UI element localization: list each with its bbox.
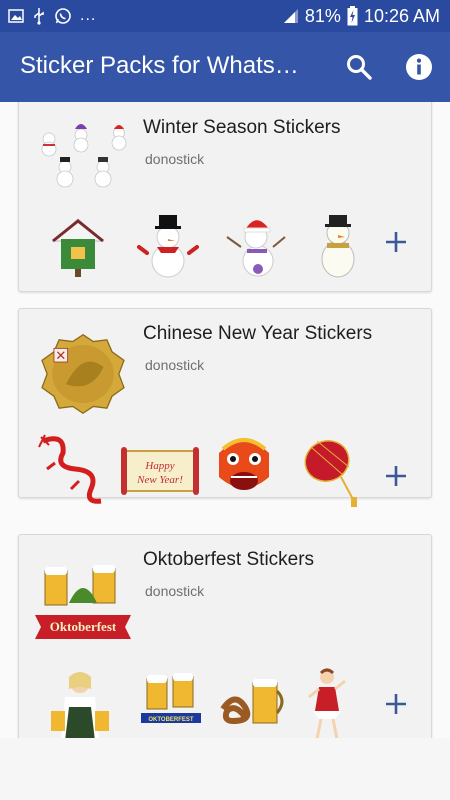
sticker-preview-row: Happy New Year! (35, 433, 357, 509)
signal-icon (283, 9, 298, 23)
battery-percent: 81% (304, 5, 341, 26)
red-lantern-sticker (304, 440, 357, 507)
sticker-pack-card[interactable]: Winter Season Stickers donostick (18, 102, 432, 292)
battery-charging-icon (347, 6, 358, 26)
sticker-preview-row: OKTOBERFEST (35, 667, 355, 738)
snowy-birdhouse-sticker (51, 218, 105, 277)
santa-hat-snowman-sticker (226, 220, 286, 277)
bottom-area (0, 738, 450, 800)
oktoberfest-banner-tray-icon: Oktoberfest (35, 565, 131, 639)
add-pack-plus-icon[interactable] (381, 227, 411, 257)
pack-name: Chinese New Year Stickers (143, 323, 373, 344)
search-icon[interactable] (344, 52, 374, 82)
sticker-pack-card[interactable]: Chinese New Year Stickers donostick Happ… (18, 308, 432, 507)
app-title: Sticker Packs for WhatsApp (20, 52, 312, 79)
pack-name: Winter Season Stickers (143, 117, 341, 138)
gold-coin-tray-icon (41, 333, 125, 415)
status-bar: ... 81% 10:26 AM (0, 0, 450, 32)
pack-name: Oktoberfest Stickers (143, 549, 315, 570)
snowmen-tray-icon (41, 124, 127, 188)
pack-author: donostick (145, 151, 205, 167)
clock: 10:26 AM (363, 5, 440, 26)
whatsapp-icon (55, 8, 71, 24)
tray-banner-text: Oktoberfest (50, 619, 117, 634)
dirndl-waitress-sticker (51, 672, 109, 738)
sticker-pack-list[interactable]: Winter Season Stickers donostick Chinese… (0, 102, 450, 738)
pack-author: donostick (145, 357, 205, 373)
lion-dance-sticker (219, 438, 269, 490)
beer-mugs-sticker: OKTOBERFEST (141, 673, 201, 723)
mugs-banner-text: OKTOBERFEST (148, 717, 194, 723)
scarf-snowman-sticker (321, 215, 355, 278)
usb-icon (34, 8, 44, 25)
status-bar-left: ... (8, 6, 96, 26)
add-pack-plus-icon[interactable] (381, 461, 411, 491)
pretzel-beer-sticker (220, 679, 284, 725)
add-pack-plus-icon[interactable] (381, 689, 411, 719)
scroll-text-line-1: Happy (144, 460, 174, 472)
sticker-preview-row (35, 213, 355, 279)
scroll-text-line-2: New Year! (136, 474, 183, 486)
more-dots-icon: ... (80, 7, 97, 24)
app-bar: Sticker Packs for WhatsApp (0, 32, 450, 102)
info-icon[interactable] (404, 52, 434, 82)
dancing-girl-sticker (308, 668, 346, 738)
red-dragon-sticker (38, 434, 102, 504)
status-bar-right: 81% 10:26 AM (283, 4, 440, 28)
top-hat-snowman-sticker (137, 215, 199, 278)
sticker-pack-card[interactable]: Oktoberfest Oktoberfest Stickers donosti… (18, 534, 432, 738)
image-icon (8, 9, 24, 23)
pack-author: donostick (145, 583, 205, 599)
happy-new-year-scroll-sticker: Happy New Year! (121, 447, 199, 495)
